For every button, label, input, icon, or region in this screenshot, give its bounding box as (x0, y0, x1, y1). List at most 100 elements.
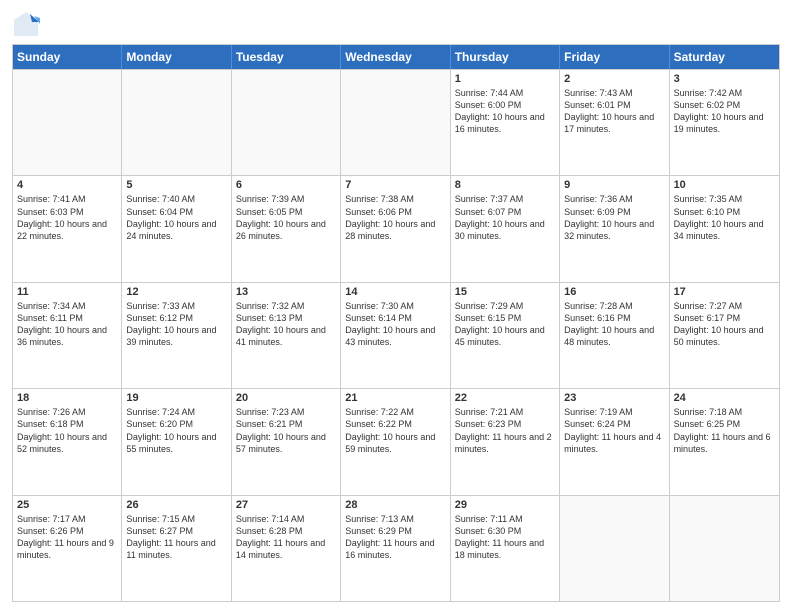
day-number: 24 (674, 392, 775, 404)
day-number: 14 (345, 286, 445, 298)
day-number: 25 (17, 499, 117, 511)
day-cell-28: 28 Sunrise: 7:13 AM Sunset: 6:29 PM Dayli… (341, 496, 450, 601)
day-info: Sunrise: 7:24 AM Sunset: 6:20 PM Dayligh… (126, 406, 226, 455)
calendar-header-row: SundayMondayTuesdayWednesdayThursdayFrid… (13, 45, 779, 69)
empty-cell-4-6 (670, 496, 779, 601)
day-info: Sunrise: 7:44 AM Sunset: 6:00 PM Dayligh… (455, 87, 555, 136)
day-number: 3 (674, 73, 775, 85)
day-info: Sunrise: 7:27 AM Sunset: 6:17 PM Dayligh… (674, 300, 775, 349)
day-cell-2: 2 Sunrise: 7:43 AM Sunset: 6:01 PM Daylig… (560, 70, 669, 175)
calendar: SundayMondayTuesdayWednesdayThursdayFrid… (12, 44, 780, 602)
day-cell-11: 11Sunrise: 7:34 AM Sunset: 6:11 PM Dayli… (13, 283, 122, 388)
day-info: Sunrise: 7:35 AM Sunset: 6:10 PM Dayligh… (674, 193, 775, 242)
day-number: 23 (564, 392, 664, 404)
day-info: Sunrise: 7:19 AM Sunset: 6:24 PM Dayligh… (564, 406, 664, 455)
day-info: Sunrise: 7:43 AM Sunset: 6:01 PM Dayligh… (564, 87, 664, 136)
day-cell-8: 8 Sunrise: 7:37 AM Sunset: 6:07 PM Daylig… (451, 176, 560, 281)
empty-cell-0-2 (232, 70, 341, 175)
day-cell-19: 19 Sunrise: 7:24 AM Sunset: 6:20 PM Dayli… (122, 389, 231, 494)
day-cell-23: 23 Sunrise: 7:19 AM Sunset: 6:24 PM Dayli… (560, 389, 669, 494)
header-cell-thursday: Thursday (451, 45, 560, 69)
empty-cell-0-0 (13, 70, 122, 175)
day-info: Sunrise: 7:38 AM Sunset: 6:06 PM Dayligh… (345, 193, 445, 242)
day-cell-26: 26 Sunrise: 7:15 AM Sunset: 6:27 PM Dayli… (122, 496, 231, 601)
day-number: 29 (455, 499, 555, 511)
day-number: 28 (345, 499, 445, 511)
day-cell-13: 13 Sunrise: 7:32 AM Sunset: 6:13 PM Dayli… (232, 283, 341, 388)
day-number: 11 (17, 286, 117, 298)
day-cell-5: 5Sunrise: 7:40 AM Sunset: 6:04 PM Daylig… (122, 176, 231, 281)
header-cell-tuesday: Tuesday (232, 45, 341, 69)
day-number: 27 (236, 499, 336, 511)
day-cell-1: 1Sunrise: 7:44 AM Sunset: 6:00 PM Daylig… (451, 70, 560, 175)
day-number: 4 (17, 179, 117, 191)
day-info: Sunrise: 7:42 AM Sunset: 6:02 PM Dayligh… (674, 87, 775, 136)
day-info: Sunrise: 7:18 AM Sunset: 6:25 PM Dayligh… (674, 406, 775, 455)
day-cell-20: 20 Sunrise: 7:23 AM Sunset: 6:21 PM Dayli… (232, 389, 341, 494)
day-cell-10: 10 Sunrise: 7:35 AM Sunset: 6:10 PM Dayli… (670, 176, 779, 281)
day-number: 19 (126, 392, 226, 404)
header-cell-monday: Monday (122, 45, 231, 69)
day-cell-18: 18 Sunrise: 7:26 AM Sunset: 6:18 PM Dayli… (13, 389, 122, 494)
calendar-row-4: 25 Sunrise: 7:17 AM Sunset: 6:26 PM Dayli… (13, 495, 779, 601)
day-number: 15 (455, 286, 555, 298)
day-info: Sunrise: 7:14 AM Sunset: 6:28 PM Dayligh… (236, 513, 336, 562)
day-info: Sunrise: 7:22 AM Sunset: 6:22 PM Dayligh… (345, 406, 445, 455)
day-info: Sunrise: 7:23 AM Sunset: 6:21 PM Dayligh… (236, 406, 336, 455)
header-cell-wednesday: Wednesday (341, 45, 450, 69)
empty-cell-0-1 (122, 70, 231, 175)
day-cell-21: 21 Sunrise: 7:22 AM Sunset: 6:22 PM Dayli… (341, 389, 450, 494)
day-info: Sunrise: 7:36 AM Sunset: 6:09 PM Dayligh… (564, 193, 664, 242)
day-cell-4: 4 Sunrise: 7:41 AM Sunset: 6:03 PM Daylig… (13, 176, 122, 281)
header-cell-saturday: Saturday (670, 45, 779, 69)
day-number: 2 (564, 73, 664, 85)
day-info: Sunrise: 7:30 AM Sunset: 6:14 PM Dayligh… (345, 300, 445, 349)
day-number: 16 (564, 286, 664, 298)
day-cell-15: 15 Sunrise: 7:29 AM Sunset: 6:15 PM Dayli… (451, 283, 560, 388)
empty-cell-0-3 (341, 70, 450, 175)
day-info: Sunrise: 7:17 AM Sunset: 6:26 PM Dayligh… (17, 513, 117, 562)
calendar-row-2: 11Sunrise: 7:34 AM Sunset: 6:11 PM Dayli… (13, 282, 779, 388)
day-number: 7 (345, 179, 445, 191)
day-info: Sunrise: 7:28 AM Sunset: 6:16 PM Dayligh… (564, 300, 664, 349)
day-info: Sunrise: 7:29 AM Sunset: 6:15 PM Dayligh… (455, 300, 555, 349)
day-info: Sunrise: 7:11 AM Sunset: 6:30 PM Dayligh… (455, 513, 555, 562)
day-info: Sunrise: 7:37 AM Sunset: 6:07 PM Dayligh… (455, 193, 555, 242)
logo (12, 10, 44, 38)
day-cell-3: 3 Sunrise: 7:42 AM Sunset: 6:02 PM Daylig… (670, 70, 779, 175)
header (12, 10, 780, 38)
day-info: Sunrise: 7:41 AM Sunset: 6:03 PM Dayligh… (17, 193, 117, 242)
day-number: 8 (455, 179, 555, 191)
day-number: 10 (674, 179, 775, 191)
day-number: 21 (345, 392, 445, 404)
day-cell-16: 16 Sunrise: 7:28 AM Sunset: 6:16 PM Dayli… (560, 283, 669, 388)
day-cell-22: 22Sunrise: 7:21 AM Sunset: 6:23 PM Dayli… (451, 389, 560, 494)
calendar-row-0: 1Sunrise: 7:44 AM Sunset: 6:00 PM Daylig… (13, 69, 779, 175)
day-info: Sunrise: 7:15 AM Sunset: 6:27 PM Dayligh… (126, 513, 226, 562)
logo-icon (12, 10, 40, 38)
day-cell-6: 6 Sunrise: 7:39 AM Sunset: 6:05 PM Daylig… (232, 176, 341, 281)
day-cell-25: 25 Sunrise: 7:17 AM Sunset: 6:26 PM Dayli… (13, 496, 122, 601)
day-info: Sunrise: 7:21 AM Sunset: 6:23 PM Dayligh… (455, 406, 555, 455)
day-info: Sunrise: 7:26 AM Sunset: 6:18 PM Dayligh… (17, 406, 117, 455)
day-info: Sunrise: 7:32 AM Sunset: 6:13 PM Dayligh… (236, 300, 336, 349)
day-number: 17 (674, 286, 775, 298)
day-cell-7: 7 Sunrise: 7:38 AM Sunset: 6:06 PM Daylig… (341, 176, 450, 281)
day-number: 12 (126, 286, 226, 298)
header-cell-friday: Friday (560, 45, 669, 69)
page: SundayMondayTuesdayWednesdayThursdayFrid… (0, 0, 792, 612)
day-info: Sunrise: 7:39 AM Sunset: 6:05 PM Dayligh… (236, 193, 336, 242)
day-info: Sunrise: 7:40 AM Sunset: 6:04 PM Dayligh… (126, 193, 226, 242)
day-number: 20 (236, 392, 336, 404)
day-number: 13 (236, 286, 336, 298)
day-number: 26 (126, 499, 226, 511)
day-info: Sunrise: 7:13 AM Sunset: 6:29 PM Dayligh… (345, 513, 445, 562)
day-cell-24: 24 Sunrise: 7:18 AM Sunset: 6:25 PM Dayli… (670, 389, 779, 494)
day-cell-12: 12Sunrise: 7:33 AM Sunset: 6:12 PM Dayli… (122, 283, 231, 388)
day-number: 18 (17, 392, 117, 404)
day-number: 6 (236, 179, 336, 191)
calendar-row-1: 4 Sunrise: 7:41 AM Sunset: 6:03 PM Daylig… (13, 175, 779, 281)
header-cell-sunday: Sunday (13, 45, 122, 69)
day-cell-14: 14 Sunrise: 7:30 AM Sunset: 6:14 PM Dayli… (341, 283, 450, 388)
day-cell-9: 9Sunrise: 7:36 AM Sunset: 6:09 PM Daylig… (560, 176, 669, 281)
